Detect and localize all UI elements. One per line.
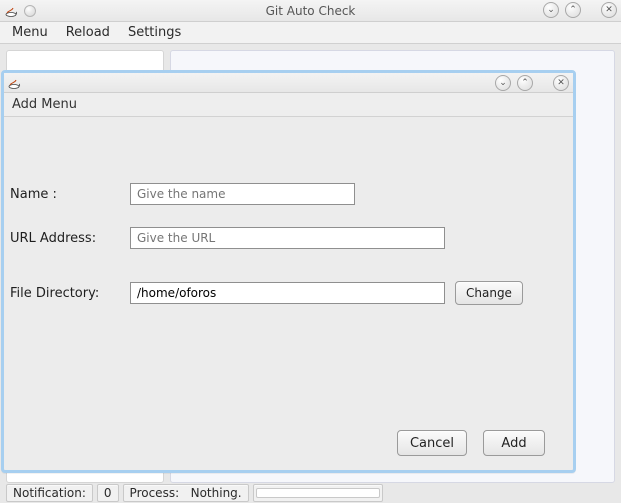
directory-input[interactable] bbox=[130, 282, 445, 304]
close-button[interactable]: ✕ bbox=[601, 2, 617, 18]
java-icon bbox=[8, 76, 22, 90]
status-bar: Notification: 0 Process: Nothing. bbox=[6, 484, 617, 502]
add-menu-dialog: ⌄ ⌃ ✕ Add Menu Name : URL Address: File … bbox=[1, 70, 576, 473]
dialog-button-row: Cancel Add bbox=[397, 430, 545, 456]
maximize-button[interactable]: ⌃ bbox=[565, 2, 581, 18]
menu-reload[interactable]: Reload bbox=[62, 23, 114, 42]
dialog-heading: Add Menu bbox=[4, 93, 573, 117]
name-label: Name : bbox=[10, 187, 130, 202]
url-label: URL Address: bbox=[10, 231, 130, 246]
dialog-maximize-button[interactable]: ⌃ bbox=[517, 75, 533, 91]
add-button[interactable]: Add bbox=[483, 430, 545, 456]
minimize-button[interactable]: ⌄ bbox=[543, 2, 559, 18]
chevron-up-icon: ⌃ bbox=[569, 5, 577, 15]
dialog-body: Name : URL Address: File Directory: Chan… bbox=[10, 129, 565, 420]
close-icon: ✕ bbox=[605, 5, 613, 15]
menubar: Menu Reload Settings bbox=[0, 22, 621, 44]
chevron-down-icon: ⌄ bbox=[499, 78, 507, 88]
dialog-titlebar: ⌄ ⌃ ✕ bbox=[4, 73, 573, 93]
status-notification-label: Notification: bbox=[6, 484, 93, 502]
change-button[interactable]: Change bbox=[455, 281, 523, 305]
dialog-minimize-button[interactable]: ⌄ bbox=[495, 75, 511, 91]
main-titlebar: Git Auto Check ⌄ ⌃ ✕ bbox=[0, 0, 621, 22]
menu-menu[interactable]: Menu bbox=[8, 23, 52, 42]
url-input[interactable] bbox=[130, 227, 445, 249]
dialog-close-button[interactable]: ✕ bbox=[553, 75, 569, 91]
chevron-down-icon: ⌄ bbox=[547, 5, 555, 15]
status-process: Process: Nothing. bbox=[123, 484, 249, 502]
close-icon: ✕ bbox=[557, 78, 565, 88]
dir-label: File Directory: bbox=[10, 286, 130, 301]
status-process-value: Nothing. bbox=[191, 486, 242, 500]
menu-settings[interactable]: Settings bbox=[124, 23, 185, 42]
chevron-up-icon: ⌃ bbox=[521, 78, 529, 88]
status-process-label: Process: bbox=[130, 486, 180, 500]
window-title: Git Auto Check bbox=[0, 4, 621, 18]
status-progress bbox=[253, 484, 383, 502]
cancel-button[interactable]: Cancel bbox=[397, 430, 467, 456]
status-notification-count: 0 bbox=[97, 484, 119, 502]
name-input[interactable] bbox=[130, 183, 355, 205]
